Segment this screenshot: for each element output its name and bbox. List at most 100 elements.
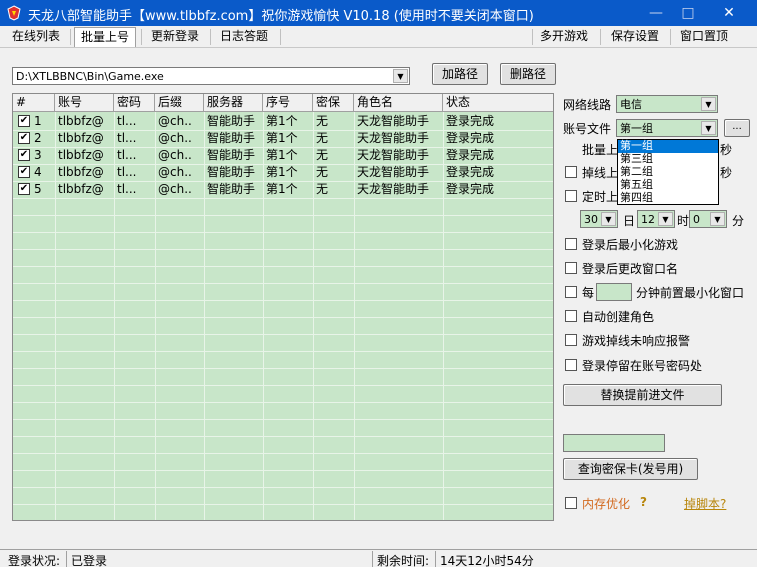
day-label: 日 (623, 214, 636, 228)
grid-line (13, 300, 553, 301)
drop-relogin-checkbox[interactable] (565, 166, 577, 178)
col-header-server[interactable]: 服务器 (204, 94, 263, 112)
table-row[interactable]: ✔ 4 tlbbfz@ tl... @ch.. 智能助手 第1个 无 天龙智能助手 登录完成 (13, 164, 553, 181)
cell-suffix: @ch.. (158, 165, 192, 179)
game-path-combo[interactable]: D:\XTLBBNC\Bin\Game.exe ▼ (12, 67, 410, 85)
col-header-security[interactable]: 密保 (313, 94, 354, 112)
table-header: # 账号 密码 后缀 服务器 序号 密保 角色名 状态 (13, 94, 553, 112)
auto-create-role-label: 自动创建角色 (582, 310, 655, 324)
chevron-down-icon[interactable]: ▼ (701, 121, 716, 135)
minimize-after-login-checkbox[interactable] (565, 238, 577, 250)
rename-after-login-checkbox[interactable] (565, 262, 577, 274)
memory-optimize-checkbox[interactable] (565, 497, 577, 509)
maximize-icon[interactable]: □ (673, 2, 703, 24)
grid-line (13, 249, 553, 250)
stay-at-account-checkbox[interactable] (565, 359, 577, 371)
day-combo[interactable]: 30 ▼ (580, 210, 618, 228)
cell-security: 无 (316, 182, 329, 196)
network-value: 电信 (620, 98, 642, 111)
browse-button[interactable]: ... (724, 119, 750, 137)
cell-server: 智能助手 (207, 182, 256, 196)
row-checkbox[interactable]: ✔ (18, 183, 30, 195)
col-header-index[interactable]: 序号 (263, 94, 313, 112)
table-row[interactable]: ✔ 1 tlbbfz@ tl... @ch.. 智能助手 第1个 无 天龙智能助手 登录完成 (13, 113, 553, 130)
title-bar[interactable]: 天龙八部智能助手【www.tlbbfz.com】祝你游戏愉快 V10.18 (使… (0, 0, 757, 26)
cell-suffix: @ch.. (158, 114, 192, 128)
grid-line (13, 419, 553, 420)
memory-optimize-label: 内存优化 (582, 497, 631, 511)
query-card-button[interactable]: 查询密保卡(发号用) (563, 458, 698, 480)
menu-separator (532, 29, 533, 45)
minute-label: 分 (732, 214, 745, 228)
hour-combo[interactable]: 12 ▼ (637, 210, 675, 228)
chevron-down-icon[interactable]: ▼ (710, 212, 725, 226)
auto-create-role-checkbox[interactable] (565, 310, 577, 322)
menu-online-list[interactable]: 在线列表 (6, 27, 66, 47)
menu-multi-open[interactable]: 多开游戏 (534, 27, 594, 47)
account-file-value: 第一组 (620, 122, 653, 135)
cell-role: 天龙智能助手 (357, 148, 430, 162)
grid-line (13, 385, 553, 386)
delete-path-button[interactable]: 删路径 (500, 63, 556, 85)
menu-separator (670, 29, 671, 45)
close-icon[interactable]: ✕ (714, 2, 744, 24)
help-icon[interactable]: ? (640, 495, 647, 509)
cell-num: 5 (34, 182, 42, 196)
minute-combo[interactable]: 0 ▼ (689, 210, 727, 228)
cell-num: 4 (34, 165, 42, 179)
cell-index: 第1个 (266, 148, 298, 162)
cell-suffix: @ch.. (158, 182, 192, 196)
game-path-value: D:\XTLBBNC\Bin\Game.exe (16, 70, 164, 83)
network-label: 网络线路 (563, 98, 612, 112)
row-checkbox[interactable]: ✔ (18, 115, 30, 127)
account-file-combo[interactable]: 第一组 ▼ (616, 119, 718, 137)
cell-role: 天龙智能助手 (357, 165, 430, 179)
menu-log-answer[interactable]: 日志答题 (214, 27, 274, 47)
menu-save-settings[interactable]: 保存设置 (605, 27, 665, 47)
card-number-input[interactable] (563, 434, 665, 452)
row-checkbox[interactable]: ✔ (18, 149, 30, 161)
cell-password: tl... (117, 131, 137, 145)
minimize-after-login-label: 登录后最小化游戏 (582, 238, 679, 252)
cell-num: 1 (34, 114, 42, 128)
cell-status: 登录完成 (446, 148, 495, 162)
cell-password: tl... (117, 182, 137, 196)
col-header-role[interactable]: 角色名 (354, 94, 443, 112)
menu-update-login[interactable]: 更新登录 (145, 27, 205, 47)
cell-security: 无 (316, 114, 329, 128)
col-header-account[interactable]: 账号 (55, 94, 114, 112)
row-checkbox[interactable]: ✔ (18, 166, 30, 178)
col-header-password[interactable]: 密码 (114, 94, 155, 112)
table-row[interactable]: ✔ 3 tlbbfz@ tl... @ch.. 智能助手 第1个 无 天龙智能助手 登录完成 (13, 147, 553, 164)
grid-line (13, 215, 553, 216)
dropdown-option[interactable]: 第四组 (618, 192, 718, 205)
cell-security: 无 (316, 131, 329, 145)
drop-alarm-checkbox[interactable] (565, 334, 577, 346)
every-minutes-input[interactable] (596, 283, 632, 301)
periodic-minimize-checkbox[interactable] (565, 286, 577, 298)
chevron-down-icon[interactable]: ▼ (658, 212, 673, 226)
cell-server: 智能助手 (207, 131, 256, 145)
account-table[interactable]: # 账号 密码 后缀 服务器 序号 密保 角色名 状态 ✔ 1 tlbbfz@ tl.… (12, 93, 554, 521)
account-file-dropdown[interactable]: 第一组 第三组 第二组 第五组 第四组 (617, 139, 719, 205)
cell-account: tlbbfz@ (58, 182, 104, 196)
replace-file-button[interactable]: 替换提前进文件 (563, 384, 722, 406)
script-link[interactable]: 掉脚本? (684, 495, 726, 512)
network-combo[interactable]: 电信 ▼ (616, 95, 718, 113)
chevron-down-icon[interactable]: ▼ (393, 69, 408, 83)
remaining-time-value: 14天12小时54分 (440, 554, 534, 567)
col-header-num[interactable]: # (13, 94, 55, 112)
col-header-suffix[interactable]: 后缀 (155, 94, 204, 112)
timed-login-checkbox[interactable] (565, 190, 577, 202)
col-header-status[interactable]: 状态 (443, 94, 553, 112)
row-checkbox[interactable]: ✔ (18, 132, 30, 144)
menu-batch-login[interactable]: 批量上号 (74, 27, 137, 47)
add-path-button[interactable]: 加路径 (432, 63, 488, 85)
minimize-icon[interactable]: — (641, 2, 671, 24)
chevron-down-icon[interactable]: ▼ (601, 212, 616, 226)
chevron-down-icon[interactable]: ▼ (701, 97, 716, 111)
menu-window-top[interactable]: 窗口置顶 (674, 27, 734, 47)
cell-account: tlbbfz@ (58, 114, 104, 128)
table-row[interactable]: ✔ 2 tlbbfz@ tl... @ch.. 智能助手 第1个 无 天龙智能助手 登录完成 (13, 130, 553, 147)
table-row[interactable]: ✔ 5 tlbbfz@ tl... @ch.. 智能助手 第1个 无 天龙智能助手 登录完成 (13, 181, 553, 198)
